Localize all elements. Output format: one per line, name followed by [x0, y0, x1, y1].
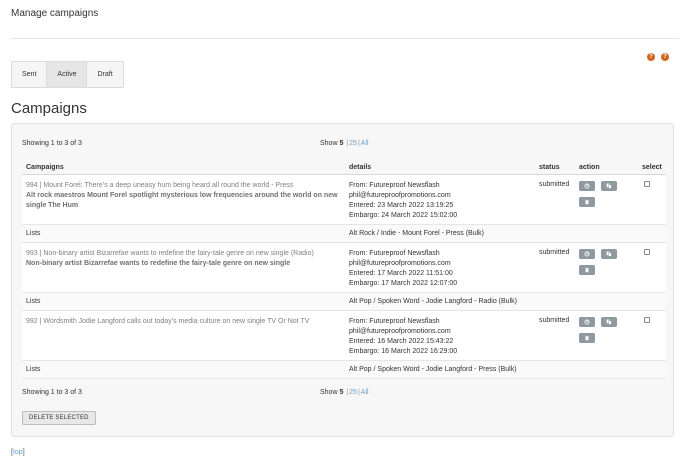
- details-cell: From: Futureproof Newsflash phil@futurep…: [349, 317, 457, 357]
- detail-email: phil@futureproofpromotions.com: [349, 260, 451, 267]
- pager-top: Showing 1 to 3 of 3 Show 5 |25|All: [22, 135, 663, 151]
- detail-embargo: Embargo: 24 March 2022 15:02:00: [349, 212, 458, 219]
- lists-label: Lists: [26, 298, 41, 305]
- pager-bottom: Showing 1 to 3 of 3 Show 5 |25|All: [22, 384, 663, 400]
- detail-entered: Entered: 17 March 2022 11:51:00: [349, 270, 453, 277]
- campaign-subtitle: Non-binary artist Bizarrefae wants to re…: [26, 260, 291, 267]
- lists-value: Alt Pop / Spoken Word - Jodie Langford -…: [349, 366, 517, 373]
- trash-icon: [585, 267, 589, 273]
- trash-icon: [585, 199, 589, 205]
- showing-count: Showing 1 to 3 of 3: [22, 139, 82, 147]
- tab-sent[interactable]: Sent: [12, 62, 48, 87]
- page-size-selector: Show 5 |25|All: [320, 140, 369, 147]
- status-text: submitted: [539, 181, 570, 188]
- edit-icon: [584, 319, 590, 325]
- edit-button[interactable]: [579, 249, 595, 259]
- title-divider: [11, 38, 679, 39]
- delete-button[interactable]: [579, 265, 595, 275]
- table-row: 992 | Wordsmith Jodie Langford calls out…: [22, 311, 666, 361]
- table-header: Campaigns details status action select: [22, 161, 666, 175]
- copy-icon: [606, 251, 612, 257]
- page-size-25[interactable]: 25: [349, 140, 357, 147]
- copy-button[interactable]: [601, 181, 617, 191]
- header-status: status: [539, 164, 560, 171]
- detail-embargo: Embargo: 16 March 2022 16:29:00: [349, 348, 458, 355]
- edit-button[interactable]: [579, 317, 595, 327]
- select-checkbox[interactable]: [644, 181, 650, 187]
- copy-icon: [606, 319, 612, 325]
- edit-icon: [584, 183, 590, 189]
- page-size-all[interactable]: All: [361, 389, 369, 396]
- header-campaigns: Campaigns: [26, 164, 64, 171]
- help-icon[interactable]: ?: [647, 53, 655, 61]
- header-action: action: [579, 164, 600, 171]
- details-cell: From: Futureproof Newsflash phil@futurep…: [349, 181, 457, 221]
- header-select: select: [642, 164, 662, 171]
- action-buttons: [579, 181, 619, 207]
- campaign-subtitle: Alt rock maestros Mount Forel spotlight …: [26, 192, 338, 209]
- detail-email: phil@futureproofpromotions.com: [349, 192, 451, 199]
- copy-button[interactable]: [601, 317, 617, 327]
- help-icon[interactable]: ?: [661, 53, 669, 61]
- page-size-5[interactable]: 5: [339, 140, 343, 147]
- status-text: submitted: [539, 249, 570, 256]
- detail-email: phil@futureproofpromotions.com: [349, 328, 451, 335]
- header-details: details: [349, 164, 372, 171]
- trash-icon: [585, 335, 589, 341]
- page-size-selector: Show 5 |25|All: [320, 389, 369, 396]
- show-label: Show: [320, 139, 338, 147]
- detail-embargo: Embargo: 17 March 2022 12:07:00: [349, 280, 458, 287]
- copy-button[interactable]: [601, 249, 617, 259]
- help-icons: ? ?: [647, 53, 669, 61]
- lists-row: Lists Alt Pop / Spoken Word - Jodie Lang…: [22, 293, 666, 311]
- top-link[interactable]: top: [13, 449, 23, 456]
- tab-draft[interactable]: Draft: [87, 62, 122, 87]
- tab-active[interactable]: Active: [47, 62, 88, 87]
- lists-label: Lists: [26, 230, 41, 237]
- show-label: Show: [320, 388, 338, 396]
- edit-icon: [584, 251, 590, 257]
- campaigns-panel: Showing 1 to 3 of 3 Show 5 |25|All Campa…: [11, 123, 674, 437]
- detail-from: From: Futureproof Newsflash: [349, 250, 440, 257]
- campaign-title-link[interactable]: 993 | Non-binary artist Bizarrefae wants…: [26, 249, 344, 259]
- page-size-all[interactable]: All: [361, 140, 369, 147]
- lists-value: Alt Pop / Spoken Word - Jodie Langford -…: [349, 298, 517, 305]
- lists-row: Lists Alt Pop / Spoken Word - Jodie Lang…: [22, 361, 666, 379]
- select-checkbox[interactable]: [644, 249, 650, 255]
- section-title: Campaigns: [11, 100, 87, 117]
- table-row: 993 | Non-binary artist Bizarrefae wants…: [22, 243, 666, 293]
- showing-count: Showing 1 to 3 of 3: [22, 388, 82, 396]
- details-cell: From: Futureproof Newsflash phil@futurep…: [349, 249, 457, 289]
- lists-label: Lists: [26, 366, 41, 373]
- page-size-25[interactable]: 25: [349, 389, 357, 396]
- campaign-title-link[interactable]: 994 | Mount Forel: There’s a deep uneasy…: [26, 181, 344, 191]
- back-to-top: [top]: [11, 449, 25, 456]
- detail-entered: Entered: 16 March 2022 15:43:22: [349, 338, 454, 345]
- delete-selected-button[interactable]: DELETE SELECTED: [22, 411, 96, 425]
- select-checkbox[interactable]: [644, 317, 650, 323]
- lists-row: Lists Alt Rock / Indie - Mount Forel - P…: [22, 225, 666, 243]
- detail-entered: Entered: 23 March 2022 13:19:25: [349, 202, 454, 209]
- lists-value: Alt Rock / Indie - Mount Forel - Press (…: [349, 230, 484, 237]
- campaign-status-tabs: Sent Active Draft: [11, 61, 124, 88]
- campaign-cell: 993 | Non-binary artist Bizarrefae wants…: [26, 249, 344, 269]
- campaign-title-link[interactable]: 992 | Wordsmith Jodie Langford calls out…: [26, 317, 344, 327]
- page-size-5[interactable]: 5: [339, 389, 343, 396]
- action-buttons: [579, 249, 619, 275]
- page-title: Manage campaigns: [11, 8, 99, 19]
- status-text: submitted: [539, 317, 570, 324]
- bracket: ]: [22, 449, 25, 456]
- delete-button[interactable]: [579, 197, 595, 207]
- delete-button[interactable]: [579, 333, 595, 343]
- campaign-cell: 994 | Mount Forel: There’s a deep uneasy…: [26, 181, 344, 211]
- detail-from: From: Futureproof Newsflash: [349, 182, 440, 189]
- detail-from: From: Futureproof Newsflash: [349, 318, 440, 325]
- campaign-cell: 992 | Wordsmith Jodie Langford calls out…: [26, 317, 344, 327]
- edit-button[interactable]: [579, 181, 595, 191]
- table-row: 994 | Mount Forel: There’s a deep uneasy…: [22, 175, 666, 225]
- copy-icon: [606, 183, 612, 189]
- action-buttons: [579, 317, 619, 343]
- campaigns-table: Campaigns details status action select 9…: [22, 161, 666, 379]
